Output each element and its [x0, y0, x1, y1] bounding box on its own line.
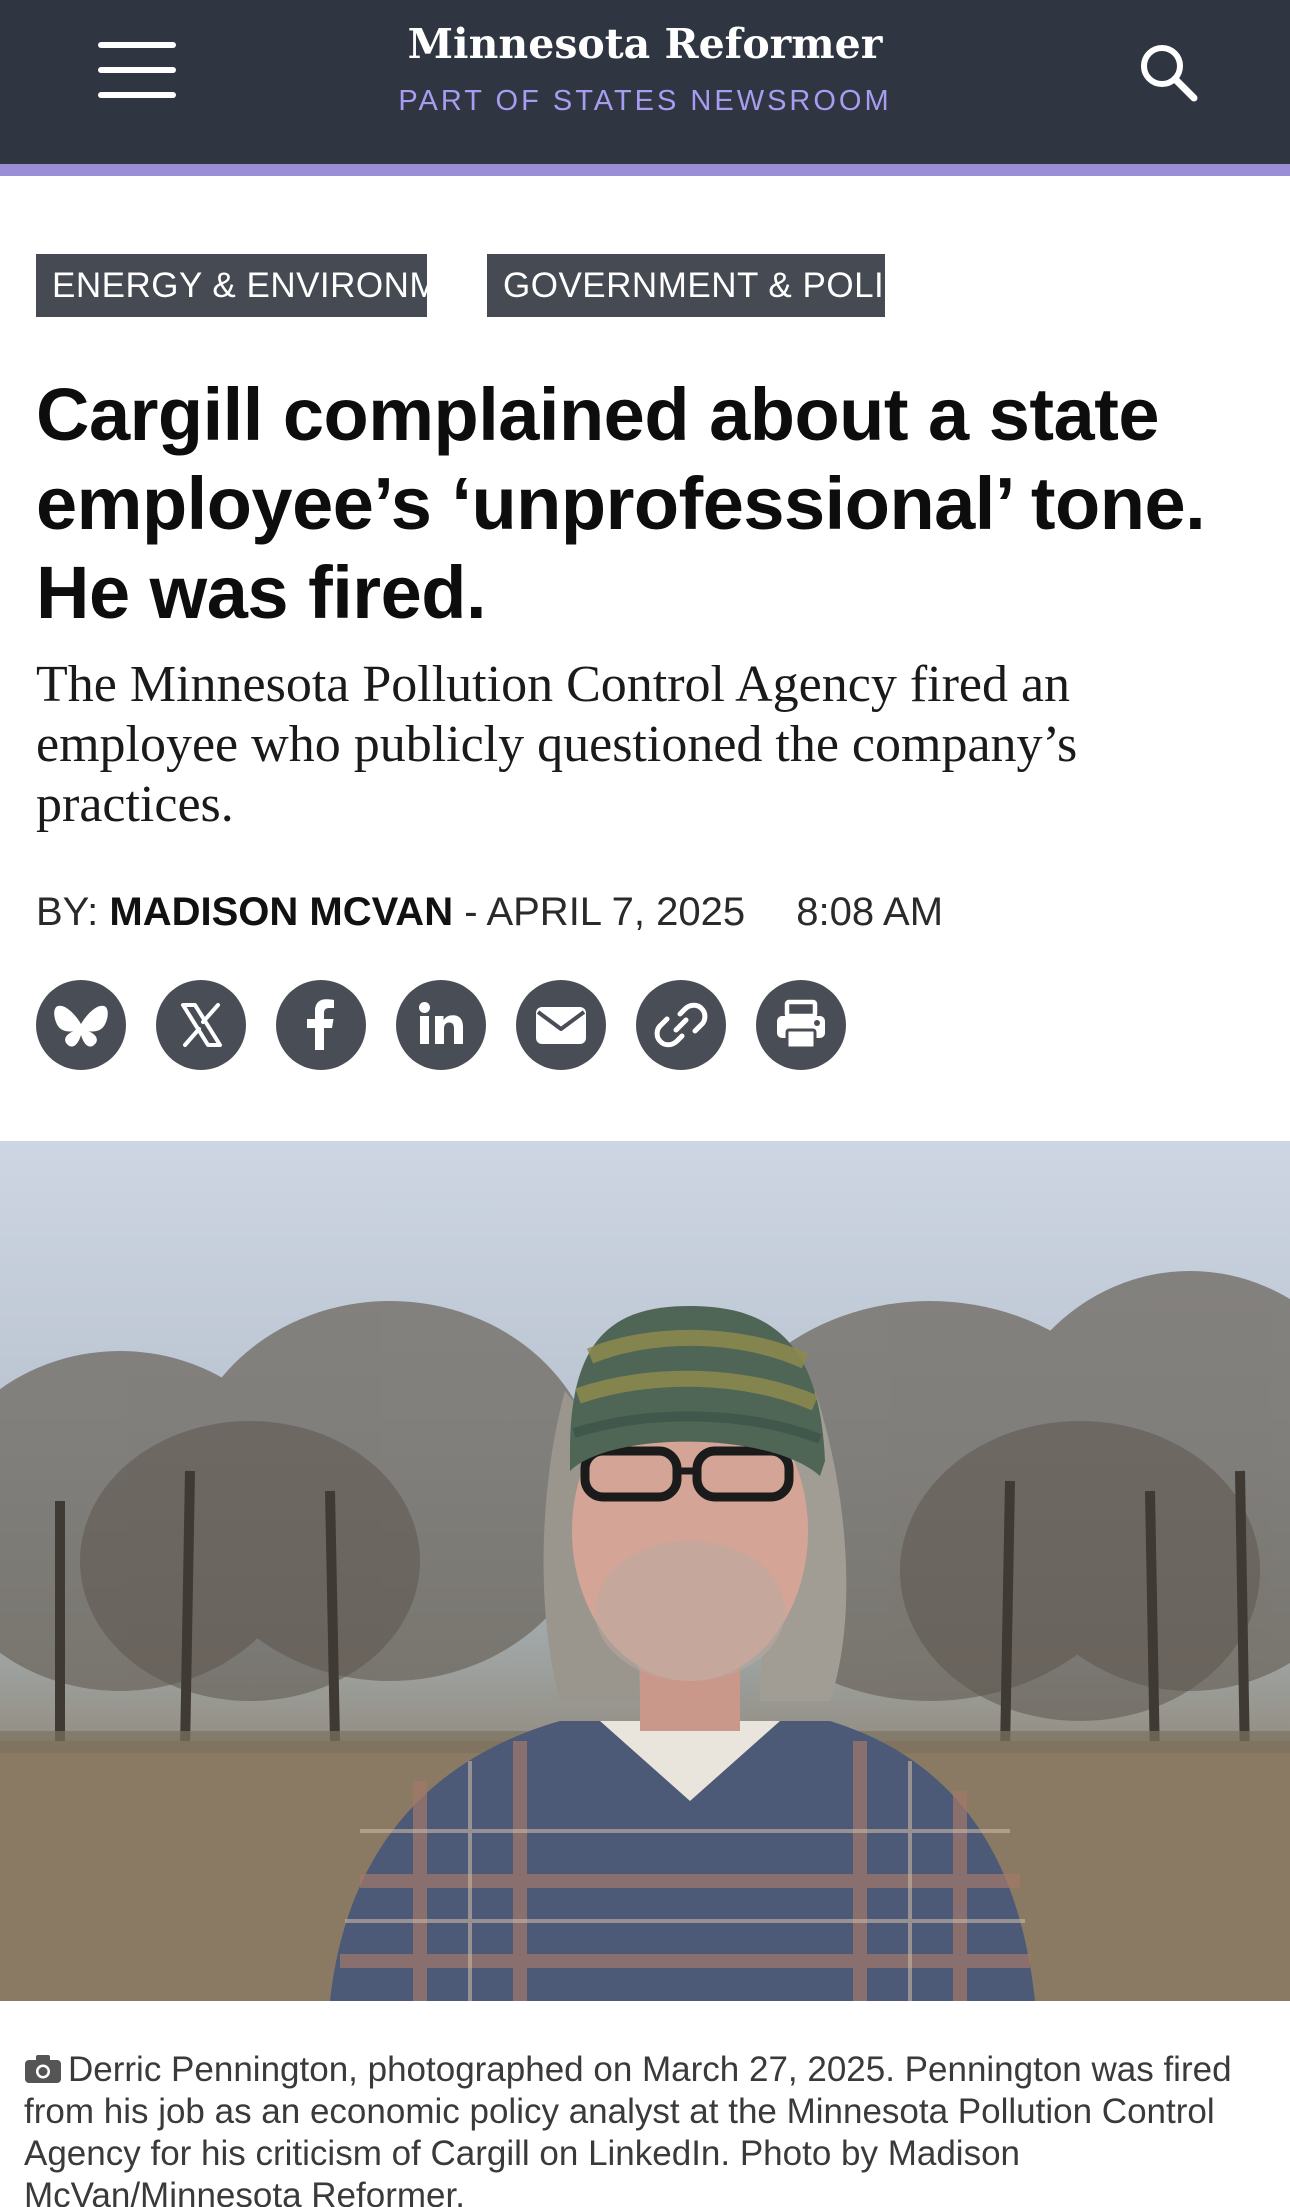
article-headline: Cargill complained about a state employe… [36, 373, 1206, 634]
site-name[interactable]: Minnesota Reformer [345, 18, 945, 70]
hamburger-menu-icon[interactable] [98, 42, 176, 98]
byline-date: - APRIL 7, 2025 [464, 890, 746, 934]
header-accent-bar [0, 164, 1290, 176]
email-icon[interactable] [516, 980, 606, 1070]
camera-icon [24, 2052, 62, 2083]
article-photo [0, 1141, 1290, 2001]
category-tag-energy-environment[interactable]: ENERGY & ENVIRONMENT [36, 254, 510, 317]
facebook-icon[interactable] [276, 980, 366, 1070]
portrait-illustration [0, 1271, 1290, 2001]
print-icon[interactable] [756, 980, 846, 1070]
category-tag-government-politics[interactable]: GOVERNMENT & POLITICS [487, 254, 966, 317]
x-icon[interactable] [156, 980, 246, 1070]
article-dek: The Minnesota Pollution Control Agency f… [36, 656, 1078, 833]
bluesky-icon[interactable] [36, 980, 126, 1070]
site-header: Minnesota Reformer PART OF STATES NEWSRO… [0, 0, 1290, 164]
linkedin-icon[interactable] [396, 980, 486, 1070]
search-icon[interactable] [1136, 40, 1200, 104]
site-tagline: PART OF STATES NEWSROOM [398, 85, 892, 117]
article-byline: BY: MADISON MCVAN - APRIL 7, 2025 8:08 A… [36, 887, 943, 937]
link-icon[interactable] [636, 980, 726, 1070]
byline-author[interactable]: MADISON MCVAN [109, 890, 453, 934]
byline-time: 8:08 AM [796, 890, 944, 934]
site-brand[interactable]: Minnesota Reformer PART OF STATES NEWSRO… [345, 18, 945, 118]
photo-caption: Derric Pennington, photographed on March… [24, 2049, 1274, 2207]
byline-prefix: BY: [36, 890, 99, 934]
photo-caption-text: Derric Pennington, photographed on March… [24, 2050, 1232, 2207]
